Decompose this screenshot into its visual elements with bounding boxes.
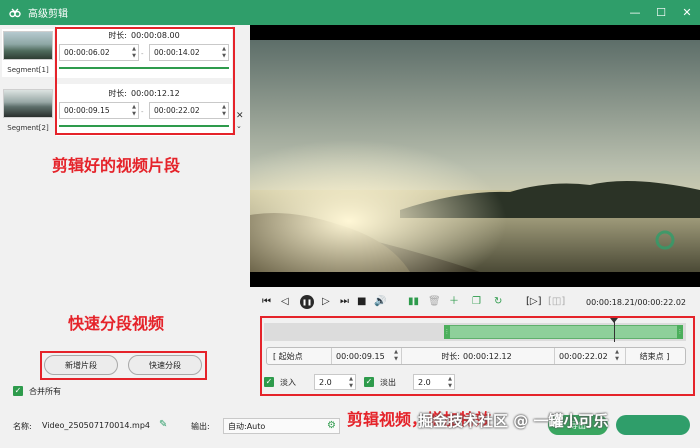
snapshot-icon[interactable]: [◫] [548, 296, 565, 308]
crop-icon[interactable]: [▷] [526, 296, 542, 308]
merge-all-checkbox[interactable]: ✓ [13, 386, 23, 396]
edit-area-highlight-box [260, 316, 695, 396]
playback-timecode: 00:00:18.21/00:00:22.02 [586, 298, 686, 307]
add-segment-button[interactable]: 新增片段 [44, 355, 118, 375]
maximize-button[interactable]: ☐ [648, 0, 674, 25]
quick-split-button[interactable]: 快速分段 [128, 355, 202, 375]
play-pause-button[interactable]: ❚❚ [300, 295, 314, 309]
volume-icon[interactable]: 🔊 [374, 296, 386, 308]
step-forward-icon[interactable]: ▷ [322, 296, 330, 308]
segment-label: Segment[2] [7, 124, 49, 132]
playback-toolbar: ⏮ ◁ ❚❚ ▷ ⏭ ■ 🔊 ▮▮ 🗑 ＋ ❐ ↻ [▷] [◫] 00:00:… [250, 287, 700, 317]
watermark: 掘金技术社区 @ 一罐小可乐 [418, 412, 609, 430]
rotate-icon[interactable]: ↻ [494, 296, 502, 308]
skip-end-icon[interactable]: ⏭ [340, 296, 349, 308]
stop-icon[interactable]: ■ [357, 296, 366, 308]
thumbnail-image [3, 89, 53, 118]
output-label: 输出: [191, 422, 210, 431]
chevron-down-icon[interactable]: ⌄ [236, 122, 242, 130]
segment-label: Segment[1] [7, 66, 49, 74]
minimize-button[interactable]: — [622, 0, 648, 25]
split-icon[interactable]: ▮▮ [408, 296, 419, 308]
window-title: 高级剪辑 [28, 9, 68, 20]
step-back-icon[interactable]: ◁ [281, 296, 289, 308]
delete-segment-icon[interactable]: ✕ [236, 111, 244, 121]
delete-icon[interactable]: 🗑 [428, 296, 441, 308]
export-secondary-button[interactable] [616, 415, 690, 435]
segment-thumbnail-2[interactable]: Segment[2] [2, 87, 54, 135]
app-logo-icon [8, 6, 22, 20]
advanced-editor-window: 高级剪辑 — ☐ ✕ Segment[1] Segment[2] 时长: 00:0… [0, 0, 700, 448]
gear-icon[interactable]: ⚙ [327, 420, 336, 431]
quick-split-caption: 快速分段视频 [68, 314, 165, 333]
skip-start-icon[interactable]: ⏮ [262, 296, 271, 308]
copy-icon[interactable]: ❐ [472, 296, 481, 308]
segments-highlight-box [55, 27, 235, 135]
video-preview[interactable] [250, 25, 700, 287]
video-frame [250, 40, 700, 272]
name-label: 名称: [13, 422, 32, 431]
close-button[interactable]: ✕ [674, 0, 700, 25]
output-select[interactable]: 自动:Auto ⚙ [223, 418, 340, 434]
title-bar: 高级剪辑 — ☐ ✕ [0, 0, 700, 25]
edit-name-icon[interactable]: ✎ [159, 419, 167, 430]
thumbnail-image [3, 31, 53, 60]
merge-all-label: 合并所有 [29, 387, 61, 396]
add-icon[interactable]: ＋ [449, 296, 459, 308]
segment-thumbnail-1[interactable]: Segment[1] [2, 29, 54, 77]
segments-caption: 剪辑好的视频片段 [52, 156, 181, 175]
file-name: Video_250507170014.mp4 [42, 421, 150, 430]
